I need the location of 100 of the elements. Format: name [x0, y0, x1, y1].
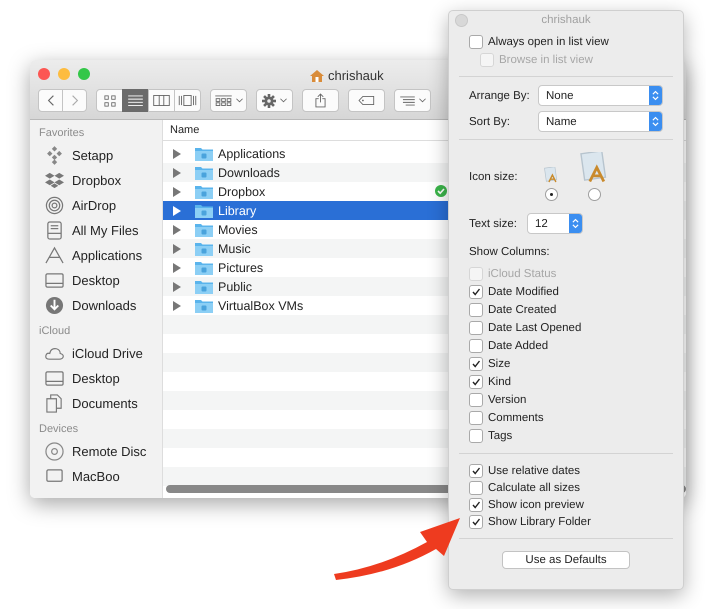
file-name: VirtualBox VMs [218, 298, 304, 312]
icon-view-icon[interactable] [96, 89, 123, 112]
popup-menu[interactable]: None [538, 85, 663, 106]
text-size-popup[interactable]: 12 [527, 213, 583, 234]
checkbox-option[interactable]: Tags [469, 427, 673, 445]
folder-icon [195, 298, 213, 312]
sidebar-item[interactable]: Remote Disc [30, 439, 162, 464]
checkbox-option[interactable]: Always open in list view [469, 33, 673, 51]
sidebar-heading: Devices [38, 422, 80, 437]
stepper-arrows-icon [652, 90, 659, 101]
checkbox[interactable] [469, 35, 483, 49]
stepper-arrows-icon [572, 218, 579, 229]
file-name: Library [218, 204, 256, 218]
checkbox-option[interactable]: Date Last Opened [469, 319, 673, 337]
action-dropdown[interactable] [256, 89, 293, 112]
close-button[interactable] [38, 68, 50, 80]
sidebar-item[interactable]: Documents [30, 391, 162, 416]
file-row[interactable]: VirtualBox VMs [163, 296, 448, 315]
disc-icon [45, 442, 64, 461]
sidebar-item[interactable]: Applications [30, 243, 162, 268]
use-as-defaults-button[interactable]: Use as Defaults [502, 551, 630, 569]
file-name: Movies [218, 222, 258, 236]
sidebar-item[interactable]: AirDrop [30, 193, 162, 218]
checkbox[interactable] [469, 357, 483, 371]
monitor-icon [45, 271, 64, 290]
checkbox[interactable] [469, 375, 483, 389]
app-icon [580, 152, 608, 183]
popup-label: Arrange By: [469, 90, 531, 102]
grid-icon [214, 95, 232, 106]
sidebar-item[interactable]: Setapp [30, 143, 162, 168]
checkbox-option[interactable]: Show Library Folder [469, 513, 673, 530]
checkbox-option[interactable]: Date Created [469, 301, 673, 319]
checkbox[interactable] [469, 464, 483, 478]
sidebar-item[interactable]: Dropbox [30, 168, 162, 193]
checkbox-option[interactable]: Calculate all sizes [469, 479, 673, 496]
file-row[interactable]: Library [163, 201, 448, 220]
folder-icon [195, 280, 213, 294]
file-name: Applications [218, 146, 286, 160]
file-row[interactable]: Applications [163, 144, 448, 163]
checkbox[interactable] [469, 429, 483, 443]
checkbox-option[interactable]: Use relative dates [469, 462, 673, 479]
checkbox-option[interactable]: Comments [469, 409, 673, 427]
sidebar-item[interactable]: All My Files [30, 218, 162, 243]
checkmark-icon [471, 287, 481, 297]
list-dropdown[interactable] [394, 89, 431, 112]
checkbox-option[interactable]: Kind [469, 373, 673, 391]
window-title: chrishauk [328, 68, 384, 83]
sidebar-item[interactable]: MacBoo [30, 464, 162, 489]
column-view-icon[interactable] [148, 89, 175, 112]
checkbox[interactable] [469, 303, 483, 317]
checkbox-option[interactable]: Show icon preview [469, 496, 673, 513]
columns-icon [153, 95, 170, 106]
arrange-dropdown[interactable] [210, 89, 247, 112]
checkbox-option[interactable]: Size [469, 355, 673, 373]
chevron-left-icon [46, 94, 54, 107]
tag-button[interactable] [348, 89, 385, 112]
folder-icon [195, 222, 213, 236]
share-button[interactable] [302, 89, 339, 112]
folder-icon [195, 146, 213, 160]
box-icon [45, 171, 64, 190]
list-view-icon[interactable] [122, 89, 149, 112]
radio-button[interactable] [544, 188, 558, 201]
checkbox[interactable] [469, 321, 483, 335]
checkbox[interactable] [469, 393, 483, 407]
checkbox[interactable] [469, 411, 483, 425]
file-name: Downloads [218, 166, 280, 180]
tag-icon [358, 96, 375, 105]
radio-button[interactable] [588, 188, 600, 201]
list-icon [400, 96, 414, 106]
folder-icon [195, 184, 213, 198]
checkbox[interactable] [469, 480, 483, 494]
grid-icon [104, 94, 116, 106]
file-row[interactable]: Dropbox [163, 182, 448, 201]
checkbox[interactable] [469, 285, 483, 299]
sidebar-item[interactable]: iCloud Drive [30, 341, 162, 366]
rings-icon [45, 196, 64, 215]
folder-icon [195, 204, 213, 218]
home-icon [310, 70, 324, 82]
app-icon [544, 167, 558, 183]
file-row[interactable]: Pictures [163, 258, 448, 277]
sidebar-item[interactable]: Desktop [30, 366, 162, 391]
sidebar-item[interactable]: Downloads [30, 293, 162, 318]
list-icon [128, 95, 143, 106]
chevron-down-icon [418, 98, 426, 103]
checkbox-option[interactable]: Date Modified [469, 283, 673, 301]
checkbox[interactable] [469, 514, 483, 528]
file-row[interactable]: Movies [163, 220, 448, 239]
document-icon [45, 394, 64, 413]
checkbox[interactable] [469, 498, 483, 512]
sidebar-item[interactable]: Desktop [30, 268, 162, 293]
checkmark-icon [471, 466, 481, 476]
cover-flow-icon[interactable] [174, 89, 201, 112]
back-button[interactable] [38, 89, 63, 112]
file-name: Pictures [218, 260, 264, 274]
checkbox-option[interactable]: Date Added [469, 337, 673, 355]
text-size-label: Text size: [469, 218, 518, 230]
popup-menu[interactable]: Name [538, 111, 663, 132]
checkbox[interactable] [469, 339, 483, 353]
share-icon [315, 93, 326, 108]
checkbox-option[interactable]: Version [469, 391, 673, 409]
